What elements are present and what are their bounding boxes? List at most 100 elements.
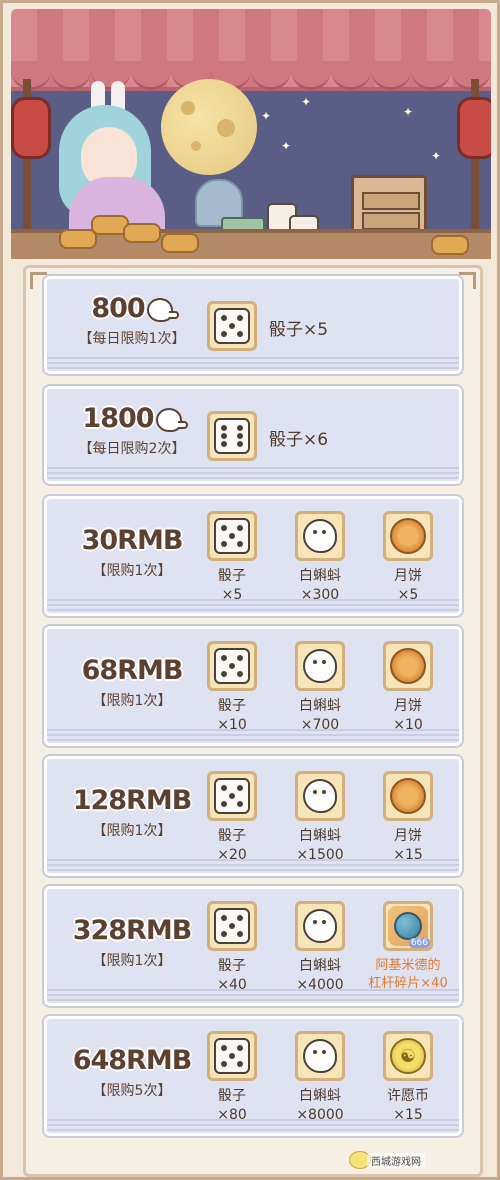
offer-price: 648RMB <box>72 1045 193 1076</box>
offer-limit: 【限购1次】 <box>92 693 172 709</box>
watermark: 西城游戏网 <box>367 1153 425 1168</box>
reward-name: 阿基米德的 <box>375 958 441 973</box>
full-moon-icon <box>161 79 257 175</box>
red-lantern-icon <box>11 97 51 159</box>
offer-card[interactable]: 648RMB 【限购5次】 骰子 ×80 白蝌蚪 ×8000 ☯ 许愿币 ×15 <box>44 1016 462 1136</box>
reward-qty: ×8000 <box>296 1107 344 1123</box>
mooncake-icon <box>390 648 426 684</box>
dice-icon <box>214 648 250 684</box>
reward-item[interactable] <box>295 641 345 691</box>
tadpole-icon <box>303 519 337 553</box>
offer-limit: 【限购1次】 <box>92 953 172 969</box>
dice-icon <box>214 1038 250 1074</box>
reward-qty: ×5 <box>397 587 419 603</box>
offer-card[interactable]: 1800 【每日限购2次】 骰子×6 <box>44 386 462 484</box>
fragment-badge: 666 <box>408 938 430 948</box>
offer-limit: 【每日限购2次】 <box>78 441 186 457</box>
reward-item[interactable] <box>295 511 345 561</box>
reward-qty: ×4000 <box>296 977 344 993</box>
reward-item[interactable] <box>207 511 257 561</box>
reward-name: 许愿币 <box>387 1088 429 1104</box>
tadpole-icon <box>303 779 337 813</box>
tadpole-currency-icon <box>146 297 179 322</box>
offer-price: 128RMB <box>72 785 193 816</box>
star-icon: ✦ <box>281 139 292 153</box>
reward-name: 骰子 <box>218 698 246 714</box>
dice-icon <box>214 908 250 944</box>
mid-autumn-scene-illustration: ✦ ✦ ✦ ✦ ✦ <box>11 9 491 259</box>
offer-card[interactable]: 328RMB 【限购1次】 骰子 ×40 白蝌蚪 ×4000 666 阿基米德的… <box>44 886 462 1006</box>
reward-name: 白蝌蚪 <box>299 568 341 584</box>
dice-icon <box>214 518 250 554</box>
offer-price: 1800 <box>82 403 154 434</box>
offer-price: 328RMB <box>72 915 193 946</box>
reward-qty: ×300 <box>300 587 340 603</box>
mooncake-icon <box>59 229 97 249</box>
reward-qty: ×1500 <box>296 847 344 863</box>
reward-item[interactable] <box>207 641 257 691</box>
offer-limit: 【限购1次】 <box>92 563 172 579</box>
reward-item[interactable] <box>207 301 257 351</box>
tadpole-icon <box>303 649 337 683</box>
offer-card[interactable]: 30RMB 【限购1次】 骰子 ×5 白蝌蚪 ×300 月饼 ×5 <box>44 496 462 616</box>
offer-limit: 【限购5次】 <box>92 1083 172 1099</box>
reward-item[interactable]: ☯ <box>383 1031 433 1081</box>
reward-qty: ×10 <box>393 717 423 733</box>
reward-name: 骰子 <box>218 1088 246 1104</box>
reward-name: 骰子 <box>218 958 246 974</box>
reward-item[interactable] <box>295 1031 345 1081</box>
offer-card[interactable]: 68RMB 【限购1次】 骰子 ×10 白蝌蚪 ×700 月饼 ×10 <box>44 626 462 746</box>
dice-icon <box>214 778 250 814</box>
offers-panel: 800 【每日限购1次】 骰子×5 1800 【每日限购2次】 骰子×6 30R… <box>23 265 483 1177</box>
shop-screen: ✦ ✦ ✦ ✦ ✦ 800 【每日限购1次】 骰子×5 1800 【每日限购2次… <box>0 0 500 1180</box>
reward-name: 白蝌蚪 <box>299 1088 341 1104</box>
reward-item[interactable] <box>383 641 433 691</box>
tadpole-icon <box>303 1039 337 1073</box>
reward-name: 白蝌蚪 <box>299 958 341 974</box>
reward-qty: ×15 <box>393 1107 423 1123</box>
offer-card[interactable]: 800 【每日限购1次】 骰子×5 <box>44 276 462 374</box>
offer-price: 30RMB <box>81 525 184 556</box>
reward-name: 骰子 <box>218 828 246 844</box>
reward-item[interactable] <box>207 411 257 461</box>
reward-label: 骰子×5 <box>269 320 329 340</box>
reward-name: 白蝌蚪 <box>299 698 341 714</box>
star-icon: ✦ <box>301 95 312 109</box>
reward-qty: ×700 <box>300 717 340 733</box>
reward-qty: ×10 <box>217 717 247 733</box>
offer-price: 800 <box>91 293 145 324</box>
reward-name: 白蝌蚪 <box>299 828 341 844</box>
reward-qty: ×5 <box>221 587 243 603</box>
reward-name: 月饼 <box>394 828 422 844</box>
star-icon: ✦ <box>403 105 414 119</box>
archimedes-lever-fragment-icon: 666 <box>388 906 430 948</box>
star-icon: ✦ <box>261 109 272 123</box>
reward-item[interactable] <box>383 771 433 821</box>
star-icon: ✦ <box>431 149 442 163</box>
reward-qty: ×80 <box>217 1107 247 1123</box>
mooncake-icon <box>431 235 469 255</box>
mooncake-icon <box>161 233 199 253</box>
reward-item[interactable] <box>207 901 257 951</box>
reward-item[interactable] <box>295 901 345 951</box>
mooncake-icon <box>123 223 161 243</box>
reward-item[interactable] <box>295 771 345 821</box>
wish-coin-icon: ☯ <box>390 1038 426 1074</box>
offer-limit: 【每日限购1次】 <box>78 331 186 347</box>
reward-item[interactable] <box>207 1031 257 1081</box>
reward-item[interactable] <box>207 771 257 821</box>
red-lantern-icon <box>457 97 491 159</box>
reward-name: 月饼 <box>394 698 422 714</box>
reward-qty: ×40 <box>217 977 247 993</box>
reward-item[interactable] <box>383 511 433 561</box>
reward-item[interactable]: 666 <box>383 901 433 951</box>
reward-qty: 杠杆碎片×40 <box>368 976 448 991</box>
offer-limit: 【限购1次】 <box>92 823 172 839</box>
reward-qty: ×15 <box>393 847 423 863</box>
offer-price: 68RMB <box>81 655 184 686</box>
dice-icon <box>214 418 250 454</box>
tadpole-icon <box>303 909 337 943</box>
tadpole-currency-icon <box>155 407 188 432</box>
offer-card[interactable]: 128RMB 【限购1次】 骰子 ×20 白蝌蚪 ×1500 月饼 ×15 <box>44 756 462 876</box>
dice-icon <box>214 308 250 344</box>
